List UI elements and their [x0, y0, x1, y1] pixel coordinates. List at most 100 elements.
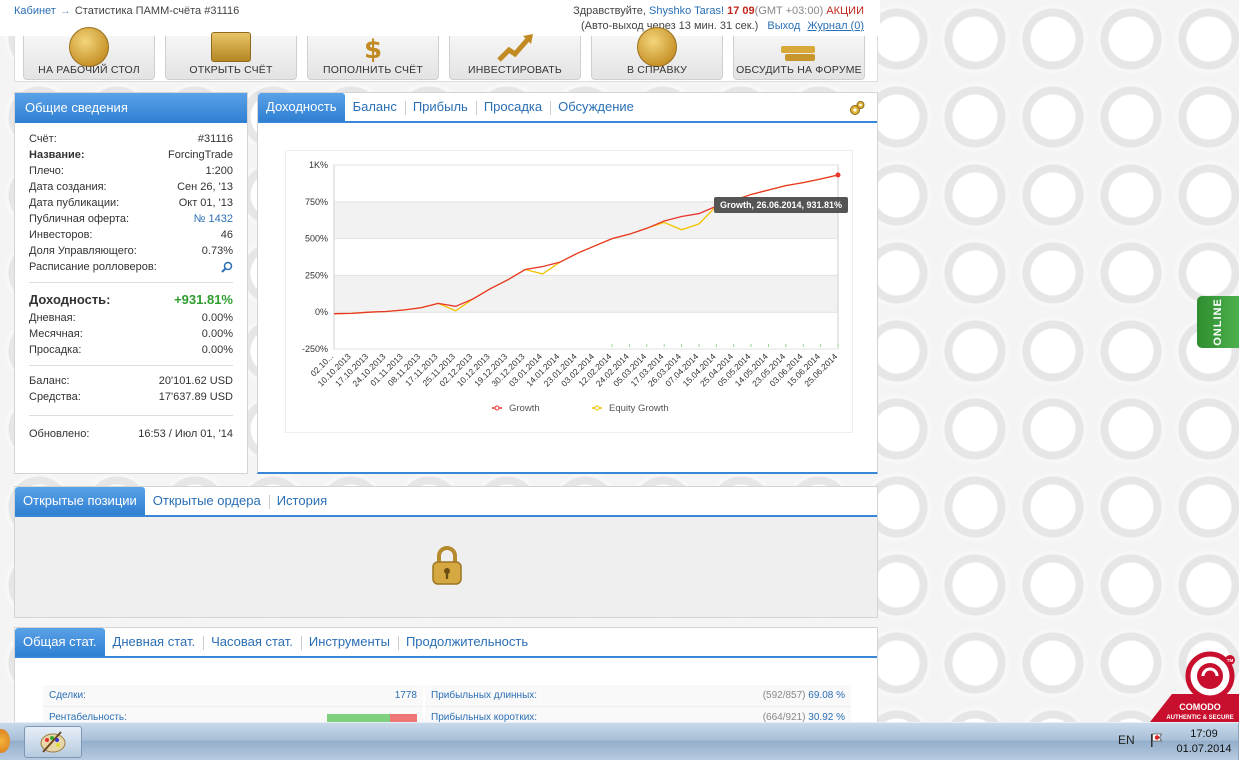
tray-clock[interactable]: 17:09 01.07.2014: [1176, 727, 1232, 757]
positions-tab-0[interactable]: Открытые позиции: [15, 487, 145, 515]
info-row: Публичная оферта: № 1432: [29, 211, 233, 227]
help-button[interactable]: В СПРАВКУ: [591, 27, 723, 80]
info-row: Счёт: #31116: [29, 131, 233, 147]
info-row-label: Публичная оферта:: [29, 213, 130, 225]
info-row-label: Счёт:: [29, 133, 57, 145]
stats-tab-0[interactable]: Общая стат.: [15, 628, 105, 656]
forum-button[interactable]: ОБСУДИТЬ НА ФОРУМЕ: [733, 36, 865, 80]
open-account-icon: [209, 30, 253, 64]
desktop-button[interactable]: НА РАБОЧИЙ СТОЛ: [23, 27, 155, 80]
breadcrumb: Кабинет → Статистика ПАММ-счёта #31116: [14, 5, 239, 17]
updated-row: Обновлено: 16:53 / Июл 01, '14: [29, 426, 233, 442]
info-row-label: Доля Управляющего:: [29, 245, 137, 257]
positions-tab-2[interactable]: История: [268, 487, 335, 515]
comodo-tm: TM: [1227, 658, 1234, 663]
promo-link[interactable]: АКЦИИ: [826, 5, 864, 17]
forum-icon: [777, 30, 821, 64]
statistics-tabs: Общая стат. Дневная стат. Часовая стат. Инс…: [15, 628, 877, 658]
y-tick-label: -250%: [302, 344, 328, 354]
chart-tab-2[interactable]: Прибыль: [404, 93, 476, 121]
help-button-label: В СПРАВКУ: [626, 64, 688, 76]
svg-text:$: $: [364, 35, 382, 64]
breadcrumb-home-link[interactable]: Кабинет: [14, 5, 56, 17]
info-row-value: 17'637.89 USD: [158, 391, 233, 403]
chart-tooltip-text: Growth, 26.06.2014, 931.81%: [720, 200, 842, 210]
greeting-text: Здравствуйте,: [573, 5, 646, 17]
y-tick-label: 1K%: [309, 160, 328, 170]
paint-palette-icon: [40, 731, 66, 753]
info-row-label: Просадка:: [29, 344, 82, 356]
updated-label: Обновлено:: [29, 428, 90, 440]
growth-chart: -250% 0% 250% 500% 750% 1K% 02.10... 10.10.2013…: [285, 150, 853, 433]
profitability-bar-green: [327, 714, 390, 722]
divider: [29, 282, 233, 283]
tray-date: 01.07.2014: [1176, 743, 1232, 755]
stats-tab-1[interactable]: Дневная стат.: [105, 628, 204, 656]
online-chat-label: ONLINE: [1212, 298, 1224, 346]
stat-label: Сделки:: [49, 690, 86, 701]
stat-label: Прибыльных длинных:: [431, 690, 538, 701]
profit-row: Доходность: +931.81%: [29, 290, 233, 310]
main-toolbar: НА РАБОЧИЙ СТОЛ ОТКРЫТЬ СЧЁТ $ ПОПОЛНИТЬ…: [14, 27, 878, 82]
comodo-seal[interactable]: COMODO AUTHENTIC & SECURE TM: [1150, 646, 1239, 722]
forum-button-label: ОБСУДИТЬ НА ФОРУМЕ: [736, 64, 862, 76]
online-chat-tab[interactable]: ONLINE: [1197, 296, 1239, 348]
stat-row: Сделки: 1778: [43, 685, 423, 707]
chart-plot-border: [333, 164, 839, 350]
open-account-button[interactable]: ОТКРЫТЬ СЧЁТ: [165, 32, 297, 80]
deposit-button[interactable]: $ ПОПОЛНИТЬ СЧЁТ: [307, 35, 439, 80]
divider: [29, 415, 233, 416]
taskbar-paint-button[interactable]: [24, 726, 82, 758]
growth-chart-svg: -250%0%250%500%750%1K%02.10...10.10.2013…: [302, 160, 848, 414]
info-row-label: Название:: [29, 149, 85, 161]
stats-tab-4[interactable]: Продолжительность: [397, 628, 536, 656]
chart-tabs: Доходность Баланс Прибыль Просадка Обсуждени…: [258, 93, 877, 123]
start-orb-icon[interactable]: [0, 729, 10, 753]
info-row-label: Расписание ролловеров:: [29, 261, 157, 273]
settings-gears-icon[interactable]: [849, 100, 865, 116]
divider: [29, 365, 233, 366]
tooltip-point: [835, 172, 841, 178]
deposit-button-label: ПОПОЛНИТЬ СЧЁТ: [322, 64, 423, 76]
info-row-label: Дневная:: [29, 312, 76, 324]
y-tick-label: 250%: [305, 270, 328, 280]
profit-value: +931.81%: [174, 292, 233, 307]
statistics-panel: Общая стат. Дневная стат. Часовая стат. Инс…: [14, 627, 878, 729]
server-time: 17 09: [727, 5, 755, 17]
action-center-flag-icon[interactable]: [1148, 732, 1164, 748]
user-name-link[interactable]: Shyshko Taras!: [649, 5, 724, 17]
info-row-value: 0.00%: [201, 328, 233, 340]
stats-tab-3[interactable]: Инструменты: [300, 628, 398, 656]
invest-button[interactable]: ИНВЕСТИРОВАТЬ: [449, 34, 581, 80]
legend-label: Growth: [509, 403, 540, 414]
info-row: Инвесторов: 46: [29, 227, 233, 243]
profit-label: Доходность:: [29, 292, 111, 307]
chart-tab-4[interactable]: Обсуждение: [550, 93, 642, 121]
desktop-coin-icon: [67, 27, 111, 67]
stats-tab-2[interactable]: Часовая стат.: [203, 628, 301, 656]
public-offer-link[interactable]: № 1432: [194, 213, 233, 225]
profitability-bar: [327, 714, 417, 722]
top-bar: Кабинет → Статистика ПАММ-счёта #31116 Здр…: [0, 0, 880, 36]
breadcrumb-arrow-icon: →: [59, 5, 71, 17]
info-row: Плечо: 1:200: [29, 163, 233, 179]
info-row: Просадка: 0.00%: [29, 342, 233, 358]
info-rows: Счёт: #31116 Название: ForcingTrade Плечо: 1:…: [29, 131, 233, 275]
general-info-panel: Общие сведения Счёт: #31116 Название: Forci…: [14, 92, 248, 474]
comodo-tagline: AUTHENTIC & SECURE: [1166, 715, 1233, 721]
search-icon[interactable]: [221, 261, 233, 273]
chart-tab-3[interactable]: Просадка: [475, 93, 550, 121]
y-tick-label: 750%: [305, 197, 328, 207]
positions-tab-1[interactable]: Открытые ордера: [145, 487, 269, 515]
chart-panel: Доходность Баланс Прибыль Просадка Обсуждени…: [257, 92, 878, 474]
positions-panel: Открытые позиции Открытые ордера История: [14, 486, 878, 618]
chart-tab-1[interactable]: Баланс: [345, 93, 405, 121]
comodo-name: COMODO: [1179, 702, 1221, 712]
tray-language[interactable]: EN: [1118, 733, 1135, 747]
invest-chart-icon: [493, 30, 537, 64]
public-offer-value: № 1432: [194, 211, 233, 227]
breadcrumb-current: Статистика ПАММ-счёта #31116: [74, 5, 240, 17]
chart-tab-0[interactable]: Доходность: [258, 93, 345, 121]
info-row: Дата публикации: Окт 01, '13: [29, 195, 233, 211]
timezone-text: (GMT +03:00): [754, 5, 824, 17]
